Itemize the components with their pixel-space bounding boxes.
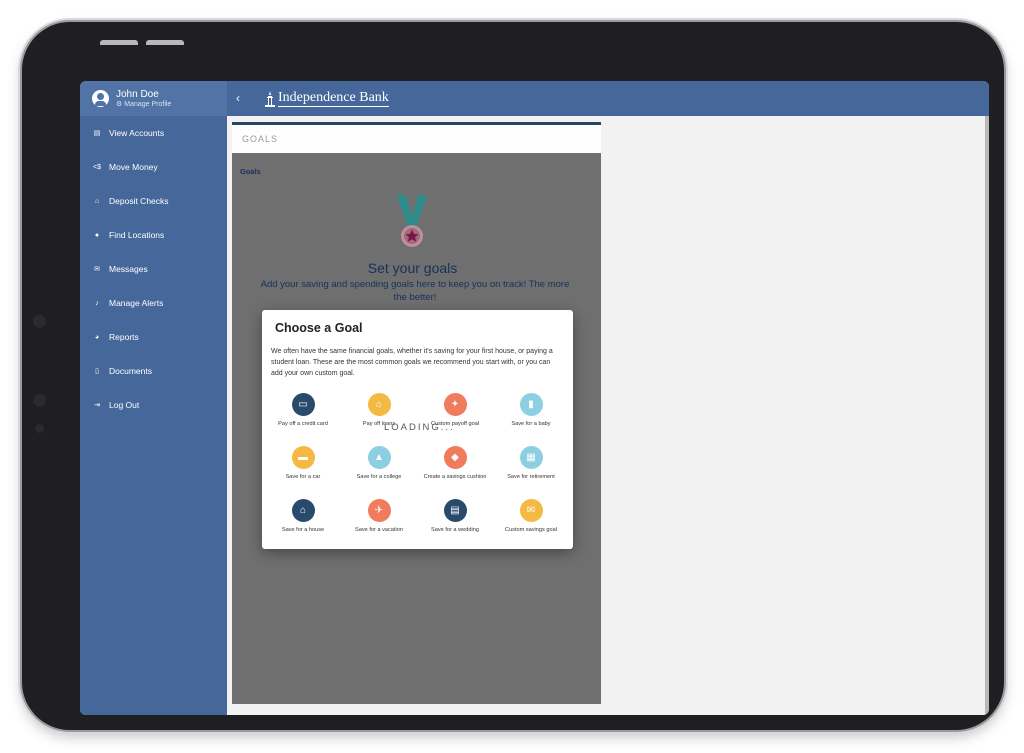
credit-card-icon: ▭ bbox=[291, 393, 315, 416]
top-bar: ‹ Independence Bank bbox=[227, 81, 989, 116]
hero-description: Add your saving and spending goals here … bbox=[260, 279, 570, 303]
graduation-cap-icon: ▲ bbox=[367, 446, 391, 469]
bank-building-icon bbox=[265, 91, 275, 107]
airplane-icon: ✈ bbox=[367, 499, 391, 522]
hero-title: Set your goals bbox=[367, 260, 458, 276]
panel-heading: GOALS bbox=[232, 125, 601, 153]
avatar-icon bbox=[92, 90, 109, 107]
sidebar-item-label: Deposit Checks bbox=[109, 196, 169, 206]
goal-option-label: Save for a wedding bbox=[431, 527, 479, 533]
house-icon: ⌂ bbox=[291, 499, 315, 522]
profile-name: John Doe bbox=[116, 88, 159, 100]
bank-icon: ⌂ bbox=[94, 197, 100, 205]
sidebar-item-label: Find Locations bbox=[109, 230, 165, 240]
goal-option-label: Custom savings goal bbox=[505, 527, 557, 533]
envelope-money-icon: ✉ bbox=[519, 499, 543, 522]
calendar-icon: ▦ bbox=[519, 446, 543, 469]
goal-option[interactable]: ▭ Pay off a credit card bbox=[265, 393, 341, 427]
sidebar-item[interactable]: ⌂ Deposit Checks bbox=[80, 184, 227, 218]
sidebar-item[interactable]: ♪ Manage Alerts bbox=[80, 286, 227, 320]
sidebar: John Doe ⚙ Manage Profile ▤ View Accounts… bbox=[80, 81, 227, 715]
breadcrumb[interactable]: Goals bbox=[240, 167, 261, 176]
tablet-frame: John Doe ⚙ Manage Profile ▤ View Accounts… bbox=[22, 22, 1004, 730]
sidebar-item[interactable]: ● Find Locations bbox=[80, 218, 227, 252]
lightbulb-icon: ✦ bbox=[443, 393, 467, 416]
sidebar-item-label: Move Money bbox=[109, 162, 158, 172]
sidebar-item[interactable]: ▯ Documents bbox=[80, 354, 227, 388]
logout-icon: ⇥ bbox=[94, 402, 100, 409]
sidebar-item-label: Messages bbox=[109, 264, 148, 274]
power-button bbox=[146, 40, 184, 45]
goal-option[interactable]: ✉ Custom savings goal bbox=[493, 499, 569, 533]
goal-option[interactable]: ▮ Save for a baby bbox=[493, 393, 569, 427]
goal-option-label: Save for a vacation bbox=[355, 527, 403, 533]
chart-icon: ◕ bbox=[94, 333, 100, 341]
goal-option-label: Save for a car bbox=[285, 474, 321, 480]
sidebar-item[interactable]: ▤ View Accounts bbox=[80, 116, 227, 150]
sidebar-item-label: View Accounts bbox=[109, 128, 165, 138]
choose-goal-modal: Choose a Goal We often have the same fin… bbox=[262, 310, 573, 549]
goal-option-label: Save for a college bbox=[356, 474, 402, 480]
sensor-icon bbox=[33, 394, 46, 407]
goal-option-label: Save for a baby bbox=[511, 421, 551, 427]
sidebar-item[interactable]: ✉ Messages bbox=[80, 252, 227, 286]
envelope-icon: ✉ bbox=[94, 266, 100, 273]
sidebar-item-label: Documents bbox=[109, 366, 152, 376]
medal-icon bbox=[397, 195, 427, 247]
goal-option[interactable]: ▲ Save for a college bbox=[341, 446, 417, 480]
goal-option[interactable]: ▬ Save for a car bbox=[265, 446, 341, 480]
goal-option-label: Create a savings cushion bbox=[423, 474, 487, 480]
goal-option-label: Save for retirement bbox=[507, 474, 555, 480]
sidebar-item-label: Reports bbox=[109, 332, 139, 342]
loan-bank-icon: ⌂ bbox=[367, 393, 391, 416]
baby-bottle-icon: ▮ bbox=[519, 393, 543, 416]
goal-option[interactable]: ▦ Save for retirement bbox=[493, 446, 569, 480]
volume-button bbox=[100, 40, 138, 45]
location-pin-icon: ● bbox=[94, 231, 100, 239]
umbrella-icon: ◆ bbox=[443, 446, 467, 469]
goal-option-label: Save for a house bbox=[281, 527, 325, 533]
loading-indicator: LOADING... bbox=[384, 422, 455, 433]
goal-option[interactable]: ◆ Create a savings cushion bbox=[417, 446, 493, 480]
sensor-icon bbox=[35, 424, 44, 433]
sidebar-item-label: Manage Alerts bbox=[109, 298, 164, 308]
scrollbar[interactable] bbox=[985, 116, 989, 715]
app-screen: John Doe ⚙ Manage Profile ▤ View Accounts… bbox=[80, 81, 989, 715]
bell-icon: ♪ bbox=[95, 299, 99, 307]
sidebar-nav: ▤ View Accounts <$ Move Money ⌂ Deposit Check… bbox=[80, 116, 227, 422]
modal-title: Choose a Goal bbox=[275, 321, 363, 335]
modal-description: We often have the same financial goals, … bbox=[271, 348, 553, 377]
manage-profile-link[interactable]: ⚙ Manage Profile bbox=[116, 100, 171, 109]
wedding-cake-icon: ▤ bbox=[443, 499, 467, 522]
sidebar-item-label: Log Out bbox=[109, 400, 140, 410]
camera-icon bbox=[33, 315, 46, 328]
brand-logo[interactable]: Independence Bank bbox=[264, 90, 389, 107]
goal-option[interactable]: ▤ Save for a wedding bbox=[417, 499, 493, 533]
sidebar-item[interactable]: ◕ Reports bbox=[80, 320, 227, 354]
transfer-icon: <$ bbox=[93, 163, 101, 171]
document-icon: ▯ bbox=[95, 368, 99, 375]
sidebar-item[interactable]: <$ Move Money bbox=[80, 150, 227, 184]
goal-option-label: Pay off a credit card bbox=[278, 421, 328, 427]
accounts-icon: ▤ bbox=[93, 130, 101, 137]
back-chevron-icon[interactable]: ‹ bbox=[236, 91, 240, 105]
profile-block[interactable]: John Doe ⚙ Manage Profile bbox=[80, 81, 227, 116]
manage-profile-label: Manage Profile bbox=[124, 100, 172, 108]
brand-name: Independence Bank bbox=[278, 90, 389, 107]
car-icon: ▬ bbox=[291, 446, 315, 469]
goal-option[interactable]: ✈ Save for a vacation bbox=[341, 499, 417, 533]
goal-option[interactable]: ⌂ Save for a house bbox=[265, 499, 341, 533]
sidebar-item[interactable]: ⇥ Log Out bbox=[80, 388, 227, 422]
